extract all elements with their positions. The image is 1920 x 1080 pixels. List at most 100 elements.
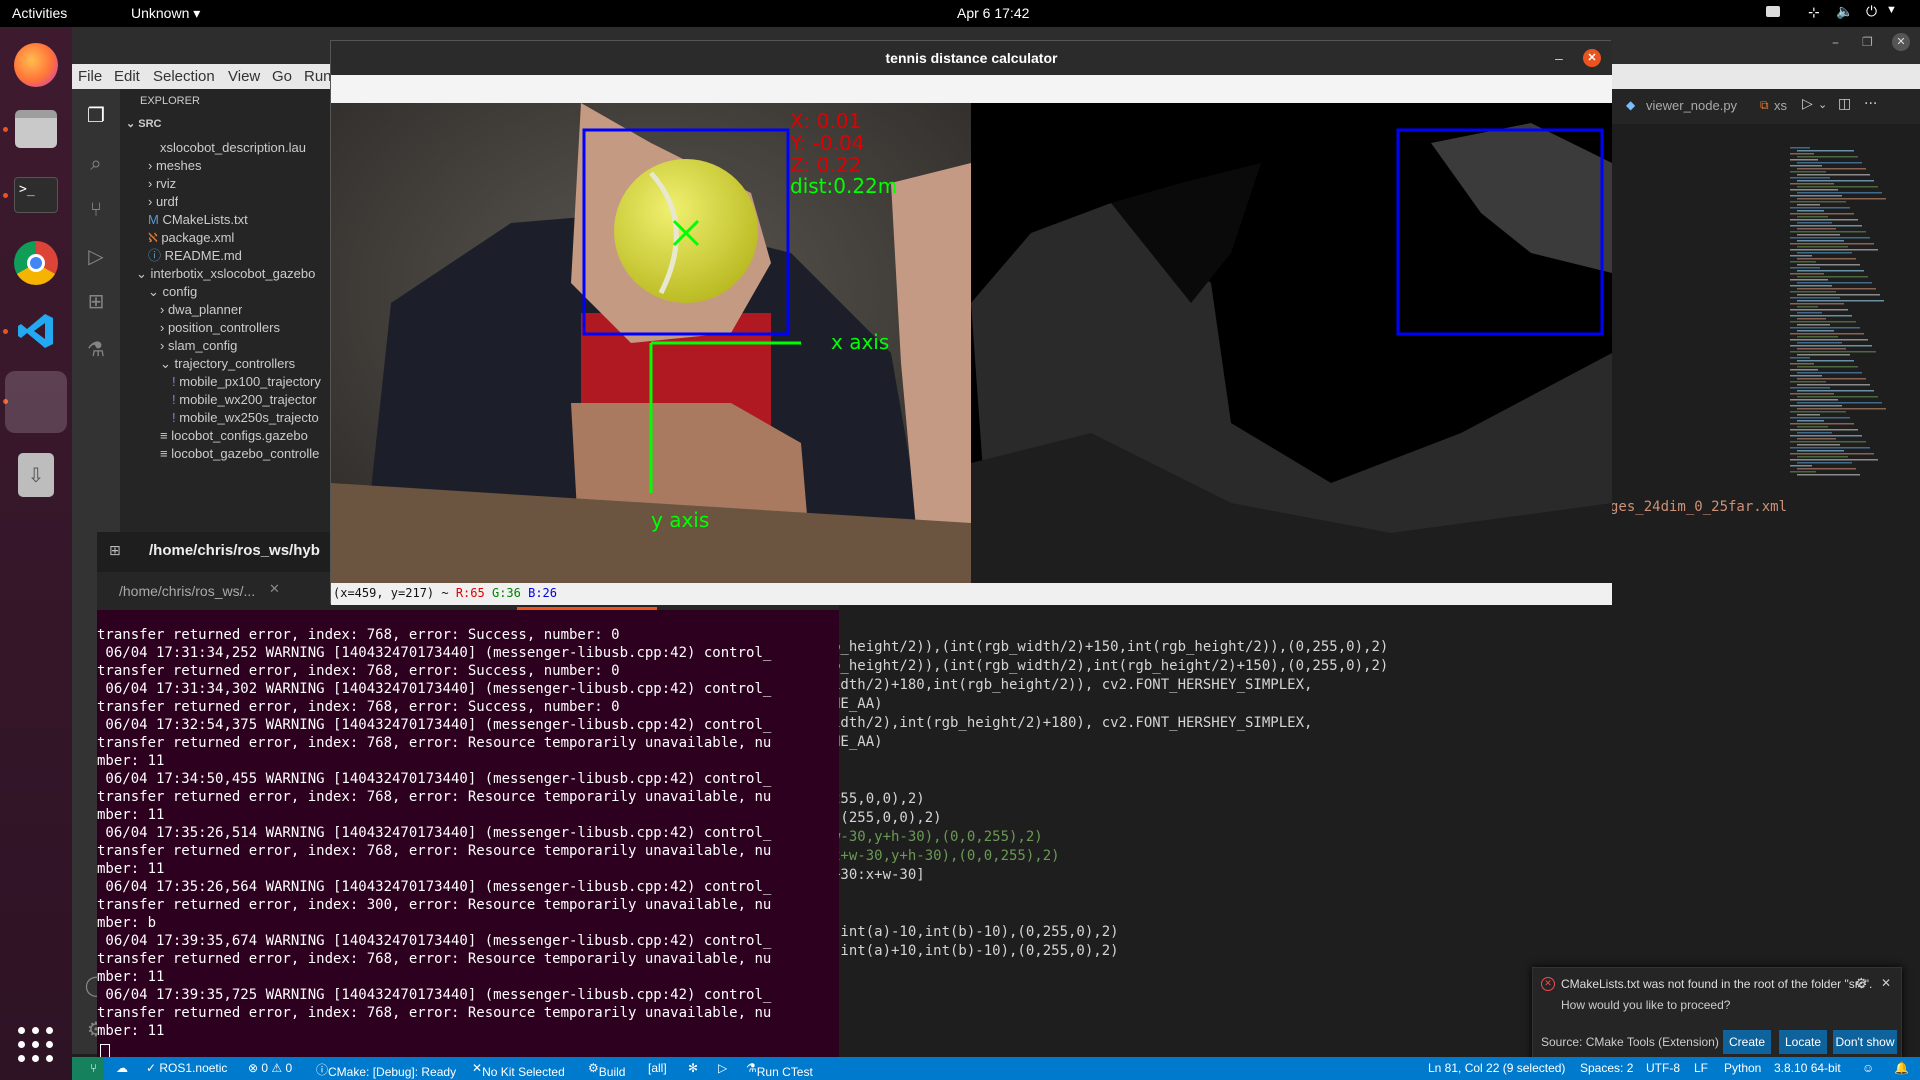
remote-indicator[interactable]: [72, 1057, 104, 1080]
volume-icon[interactable]: 🔈: [1836, 3, 1853, 20]
problems-status[interactable]: ⊗ 0 ⚠ 0: [248, 1061, 292, 1075]
chevron-down-icon[interactable]: ▼: [1886, 4, 1897, 16]
run-icon[interactable]: ▷: [1802, 96, 1813, 112]
explorer-icon[interactable]: ❐: [84, 103, 108, 127]
clock[interactable]: Apr 6 17:42: [957, 5, 1029, 21]
show-apps-icon[interactable]: [18, 1027, 54, 1063]
keyboard-icon[interactable]: [1766, 6, 1780, 17]
minimap-line: [1797, 474, 1860, 476]
encoding-status[interactable]: UTF-8: [1646, 1061, 1680, 1075]
minimap-line: [1797, 252, 1852, 254]
bell-icon[interactable]: 🔔: [1894, 1061, 1909, 1075]
close-icon[interactable]: ✕: [1881, 976, 1891, 990]
split-editor-icon[interactable]: ◫: [1838, 96, 1851, 112]
chevron-icon: ⌄: [160, 356, 175, 371]
image-canvas[interactable]: X: 0.01 Y: -0.04 Z: 0.22 dist:0.22m x ax…: [331, 103, 1612, 583]
terminal-tab[interactable]: /home/chris/ros_ws/...: [119, 583, 255, 599]
close-icon[interactable]: ✕: [1583, 49, 1601, 67]
cursor-position[interactable]: Ln 81, Col 22 (9 selected): [1428, 1061, 1565, 1075]
cmake-status[interactable]: ⓘ CMake: [Debug]: Ready: [316, 1061, 456, 1079]
eol-status[interactable]: LF: [1694, 1061, 1708, 1075]
terminal-line: transfer returned error, index: 768, err…: [97, 735, 772, 751]
run-debug-icon[interactable]: ▷: [84, 244, 108, 268]
dont-show-again-button[interactable]: Don't show again: [1833, 1030, 1897, 1073]
files-icon[interactable]: [8, 101, 64, 157]
source-control-icon[interactable]: ⑂: [84, 197, 108, 221]
minimap-line: [1797, 174, 1870, 176]
power-icon[interactable]: ⏻: [1866, 3, 1877, 20]
close-tab-icon[interactable]: ✕: [269, 582, 280, 597]
minimap-line: [1797, 402, 1882, 404]
tree-item-label: urdf: [155, 194, 179, 209]
sync-icon[interactable]: ☁: [116, 1061, 128, 1075]
tree-item[interactable]: ≡ locobot_gazebo_controlle: [160, 443, 319, 465]
menu-edit[interactable]: Edit: [114, 68, 140, 85]
run-icon[interactable]: ▷: [718, 1061, 727, 1075]
gear-icon[interactable]: ⚙: [1855, 975, 1868, 992]
chrome-icon[interactable]: [8, 235, 64, 291]
menu-selection[interactable]: Selection: [153, 68, 215, 85]
menu-view[interactable]: View: [228, 68, 260, 85]
tree-item-label: xslocobot_description.lau: [160, 140, 306, 155]
minimap[interactable]: [1790, 147, 1900, 487]
network-icon[interactable]: ⊹: [1808, 4, 1820, 21]
app-menu[interactable]: Unknown ▾: [131, 5, 200, 22]
menu-file[interactable]: File: [78, 68, 102, 85]
run-ctest-button[interactable]: ⚗ Run CTest: [746, 1061, 813, 1079]
maximize-icon[interactable]: ❐: [1862, 35, 1873, 49]
debug-icon[interactable]: ✻: [688, 1061, 698, 1075]
usb-drive-icon[interactable]: ⇩: [8, 447, 64, 503]
minimize-icon[interactable]: –: [1832, 35, 1839, 51]
minimap-line: [1790, 405, 1842, 407]
code-editor[interactable]: b_height/2)),(int(rgb_width/2)+150,int(r…: [832, 639, 1532, 962]
minimap-line: [1790, 459, 1878, 461]
minimap-line: [1790, 309, 1848, 311]
minimap-line: [1790, 345, 1872, 347]
build-button[interactable]: ⚙ Build: [588, 1061, 625, 1079]
more-actions-icon[interactable]: ···: [1864, 96, 1877, 112]
indent-status[interactable]: Spaces: 2: [1580, 1061, 1633, 1075]
extensions-icon[interactable]: ⊞: [84, 289, 108, 313]
minimap-line: [1790, 393, 1834, 395]
kit-status[interactable]: ✕ No Kit Selected: [472, 1061, 565, 1079]
vscode-icon[interactable]: [8, 303, 64, 359]
rss-icon: ⧉: [1760, 98, 1769, 112]
minimap-line: [1797, 324, 1830, 326]
minimap-line: [1790, 381, 1826, 383]
section-header[interactable]: ⌄ SRC: [126, 117, 162, 130]
language-status[interactable]: Python: [1724, 1061, 1761, 1075]
chevron-down-icon[interactable]: ⌄: [1818, 98, 1827, 111]
tree-item-label: mobile_px100_trajectory: [179, 374, 321, 389]
minimap-line: [1797, 360, 1854, 362]
terminal-panel[interactable]: ⊞ /home/chris/ros_ws/hyb /home/chris/ros…: [97, 532, 839, 1061]
branch-icon[interactable]: ⑂: [90, 1061, 97, 1075]
minimap-line: [1797, 444, 1840, 446]
build-target[interactable]: [all]: [648, 1061, 667, 1075]
minimize-icon[interactable]: –: [1555, 41, 1563, 75]
testing-icon[interactable]: ⚗: [84, 337, 108, 361]
firefox-icon[interactable]: [8, 37, 64, 93]
search-icon[interactable]: ⌕: [84, 151, 108, 175]
python-interpreter[interactable]: 3.8.10 64-bit: [1774, 1061, 1841, 1075]
menu-run[interactable]: Run: [304, 68, 332, 85]
minimap-line: [1790, 165, 1822, 167]
minimap-line: [1790, 351, 1876, 353]
feedback-icon[interactable]: ☺: [1862, 1061, 1874, 1075]
new-tab-icon[interactable]: ⊞: [109, 543, 121, 559]
terminal-icon[interactable]: >_: [8, 167, 64, 223]
activities-button[interactable]: Activities: [12, 5, 67, 21]
tab-viewer-node[interactable]: viewer_node.py: [1646, 98, 1737, 113]
locate-button[interactable]: Locate: [1779, 1030, 1827, 1054]
active-window-slot[interactable]: [5, 371, 67, 433]
terminal-line: mber: 11: [97, 753, 165, 769]
ros-status[interactable]: ✓ ROS1.noetic: [146, 1061, 227, 1075]
minimap-line: [1797, 426, 1828, 428]
terminal-line: mber: 11: [97, 969, 165, 985]
minimap-line: [1797, 366, 1858, 368]
minimap-line: [1790, 255, 1812, 257]
code-line: (int(a)-10,int(b)-10),(0,255,0),2): [832, 924, 1119, 940]
close-icon[interactable]: ✕: [1892, 33, 1910, 51]
tab-xs[interactable]: xs: [1774, 98, 1787, 113]
menu-go[interactable]: Go: [272, 68, 292, 85]
create-button[interactable]: Create: [1723, 1030, 1771, 1054]
